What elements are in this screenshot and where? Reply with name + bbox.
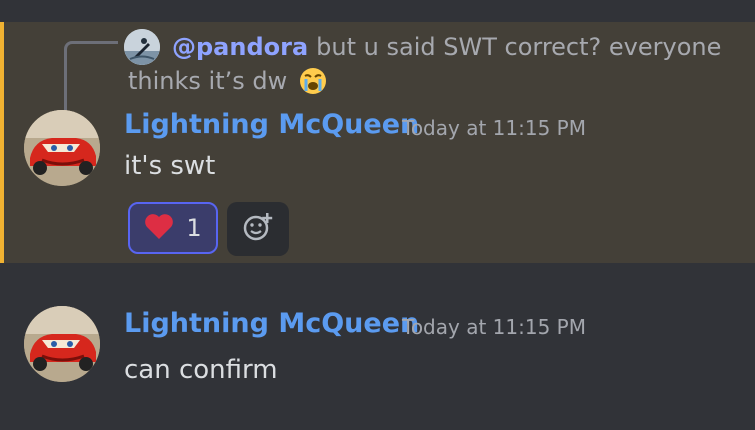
- reply-text-line1: but u said SWT correct? everyone: [316, 33, 722, 61]
- highlighted-message: @pandora but u said SWT correct? everyone…: [0, 22, 755, 263]
- reply-avatar[interactable]: [124, 29, 160, 65]
- user-avatar[interactable]: [24, 306, 100, 382]
- timestamp[interactable]: Today at 11:15 PM: [402, 110, 586, 146]
- reply-preview[interactable]: @pandora but u said SWT correct? everyone: [172, 29, 721, 65]
- reaction-count: 1: [186, 214, 202, 242]
- message-content: can confirm: [124, 355, 278, 385]
- reaction-heart[interactable]: 1: [128, 202, 218, 254]
- red-heart-icon: [144, 212, 174, 244]
- reply-mention[interactable]: @pandora: [172, 33, 308, 61]
- message-content: it's swt: [124, 151, 216, 181]
- loudly-crying-face-icon: [299, 67, 327, 105]
- username[interactable]: Lightning McQueen: [124, 306, 419, 342]
- reply-text-line2: thinks it’s dw: [128, 67, 288, 95]
- add-reaction-button[interactable]: [227, 202, 289, 256]
- timestamp[interactable]: Today at 11:15 PM: [402, 309, 586, 345]
- reply-connector-icon: [64, 41, 118, 113]
- add-reaction-smiley-icon: [242, 211, 274, 247]
- reply-preview-line2[interactable]: thinks it’s dw: [128, 63, 327, 105]
- user-avatar[interactable]: [24, 110, 100, 186]
- username[interactable]: Lightning McQueen: [124, 107, 419, 143]
